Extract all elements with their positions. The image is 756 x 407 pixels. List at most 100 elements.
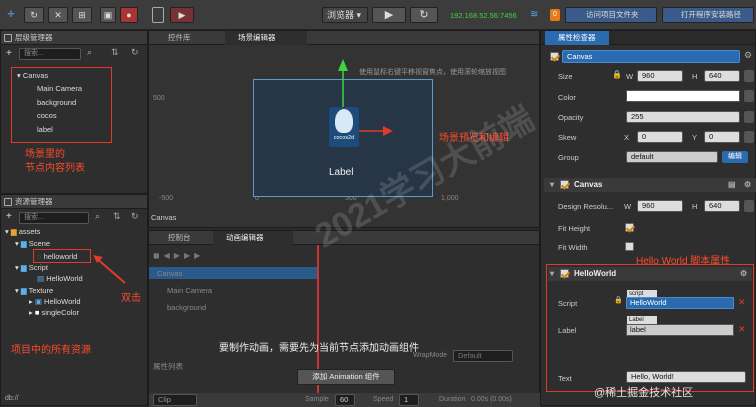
collapse-icon[interactable]: ⇅ — [111, 47, 119, 58]
tab-console[interactable]: 控制台 — [155, 231, 215, 245]
size-label: Size — [558, 72, 573, 81]
color-reset-button[interactable] — [744, 90, 754, 102]
rect-tool-icon[interactable]: ⊞ — [72, 7, 92, 23]
scene-icon[interactable] — [152, 7, 164, 23]
tree-item-background[interactable]: background — [37, 98, 76, 107]
design-reset-button[interactable] — [744, 200, 754, 212]
rotate-tool-icon[interactable]: ↻ — [24, 7, 44, 23]
scene-label-node[interactable]: Label — [329, 167, 353, 178]
tab-animation-editor-label: 动画编辑器 — [226, 233, 264, 242]
clip-select[interactable]: Clip — [153, 394, 197, 406]
scene-breadcrumb[interactable]: Canvas — [151, 213, 176, 222]
asset-singlecolor[interactable]: ▸ ■ singleColor — [29, 308, 79, 317]
hierarchy-search[interactable]: 搜索... — [19, 48, 81, 60]
helloworld-component-header[interactable]: ▾ HelloWorld ⚙ — [548, 267, 752, 281]
color-swatch[interactable] — [626, 90, 740, 102]
browser-select[interactable]: 浏览器 ▾ — [322, 7, 368, 23]
script-field[interactable]: HelloWorld — [626, 297, 734, 309]
add-node-button[interactable]: + — [6, 48, 12, 59]
helloworld-component-checkbox[interactable] — [560, 269, 569, 278]
search-icon[interactable]: ⌕ — [87, 47, 92, 58]
notification-badge[interactable]: 0 — [550, 9, 560, 21]
refresh-icon[interactable]: ↻ — [131, 47, 139, 58]
tab-animation-editor[interactable]: 动画编辑器 — [213, 231, 293, 245]
asset-scene[interactable]: ▾ ▆ Scene — [15, 239, 50, 248]
group-label: Group — [558, 153, 579, 162]
tree-item-label[interactable]: label — [37, 125, 53, 134]
tab-scene-editor[interactable]: 场景编辑器 — [225, 31, 307, 45]
asset-helloworld-texture[interactable]: ▸ ▣ HelloWorld — [29, 297, 81, 306]
skew-y-input[interactable]: 0 — [704, 131, 740, 143]
anim-node-background[interactable]: background — [167, 303, 206, 312]
asset-script[interactable]: ▾ ▆ Script — [15, 263, 48, 272]
fit-height-checkbox[interactable] — [625, 223, 634, 232]
opacity-input[interactable]: 255 — [626, 111, 740, 123]
canvas-component-header[interactable]: ▾ Canvas ▤ ⚙ — [544, 178, 756, 192]
folder-icon: ▆ — [20, 239, 27, 248]
design-height-input[interactable]: 640 — [704, 200, 740, 212]
sample-input[interactable]: 60 — [335, 394, 355, 406]
asset-texture[interactable]: ▾ ▆ Texture — [15, 286, 53, 295]
tree-item-canvas[interactable]: ▾ Canvas — [17, 71, 48, 80]
skew-x-input[interactable]: 0 — [637, 131, 683, 143]
size-height-input[interactable]: 640 — [704, 70, 740, 82]
assets-refresh-icon[interactable]: ↻ — [131, 211, 139, 222]
speed-input[interactable]: 1 — [399, 394, 419, 406]
open-program-folder-button[interactable]: 打开程序安装路径 — [662, 7, 754, 23]
asset-assets[interactable]: ▾ ▆ assets — [5, 227, 40, 236]
asset-helloworld-scene[interactable]: ◌ helloworld — [37, 252, 77, 261]
skew-reset-button[interactable] — [744, 131, 754, 143]
scale-tool-icon[interactable]: ✕ — [48, 7, 68, 23]
move-tool-icon[interactable]: ✛ — [4, 7, 18, 23]
assets-title: 资源管理器 — [15, 197, 53, 206]
label-field[interactable]: label — [626, 324, 734, 336]
cocos-logo[interactable]: cocos2d — [329, 107, 359, 147]
group-select[interactable]: default — [626, 151, 718, 163]
group-edit-button[interactable]: 编辑 — [722, 151, 748, 163]
text-input[interactable]: Hello, World! — [626, 371, 746, 383]
open-project-folder-button[interactable]: 访问项目文件夹 — [565, 7, 657, 23]
browser-label: 浏览器 — [327, 10, 355, 20]
add-animation-button[interactable]: 添加 Animation 组件 — [297, 369, 395, 385]
refresh-button[interactable]: ↻ — [410, 7, 438, 23]
fit-width-checkbox[interactable] — [625, 242, 634, 251]
assets-search[interactable]: 搜索... — [19, 212, 89, 224]
axis-label-x-1000: 1,000 — [441, 195, 459, 202]
size-width-input[interactable]: 960 — [637, 70, 683, 82]
design-res-label: Design Resolu... — [558, 202, 614, 211]
tab-widget-library[interactable]: 控件库 — [155, 31, 227, 45]
gizmo-icon[interactable]: ▶ — [170, 7, 194, 23]
tab-inspector[interactable]: 属性检查器 — [545, 31, 609, 45]
wrapmode-select[interactable]: Default — [453, 350, 513, 362]
design-width-input[interactable]: 960 — [637, 200, 683, 212]
asset-helloworld-texture-label: HelloWorld — [44, 297, 81, 306]
double-click-annotation: 双击 — [121, 293, 141, 304]
helloworld-component-title: HelloWorld — [574, 269, 617, 278]
add-asset-button[interactable]: + — [6, 211, 12, 222]
component-settings-icon[interactable]: ⚙ — [740, 267, 747, 281]
node-settings-icon[interactable]: ⚙ — [744, 50, 752, 61]
open-project-folder-label: 访问项目文件夹 — [586, 10, 639, 19]
anim-node-canvas[interactable]: Canvas — [157, 269, 182, 278]
anim-controls[interactable]: ◼◀▶▶▶ — [153, 251, 233, 261]
opacity-reset-button[interactable] — [744, 111, 754, 123]
script-clear-icon[interactable]: ✕ — [738, 297, 746, 308]
tree-item-cocos[interactable]: cocos — [37, 111, 57, 120]
tree-item-main-camera[interactable]: Main Camera — [37, 84, 82, 93]
node-name-input[interactable]: Canvas — [562, 50, 740, 63]
canvas-component-checkbox[interactable] — [560, 180, 569, 189]
anim-node-main-camera[interactable]: Main Camera — [167, 286, 212, 295]
lock-icon[interactable]: 🔒 — [612, 70, 622, 79]
assets-sort-icon[interactable]: ⇅ — [113, 211, 121, 222]
play-button[interactable]: ▶ — [372, 7, 406, 23]
assets-search-icon[interactable]: ⌕ — [95, 211, 100, 222]
node-active-checkbox[interactable] — [550, 52, 559, 61]
local-icon[interactable]: ▣ — [100, 7, 116, 23]
scene-file-icon: ◌ — [37, 252, 42, 261]
size-reset-button[interactable] — [744, 70, 754, 82]
component-settings-icon[interactable]: ⚙ — [744, 178, 751, 192]
label-clear-icon[interactable]: ✕ — [738, 324, 746, 335]
global-icon[interactable]: ● — [120, 7, 138, 23]
book-icon[interactable]: ▤ — [728, 178, 736, 192]
asset-helloworld-script[interactable]: ▤ HelloWorld — [37, 274, 83, 283]
